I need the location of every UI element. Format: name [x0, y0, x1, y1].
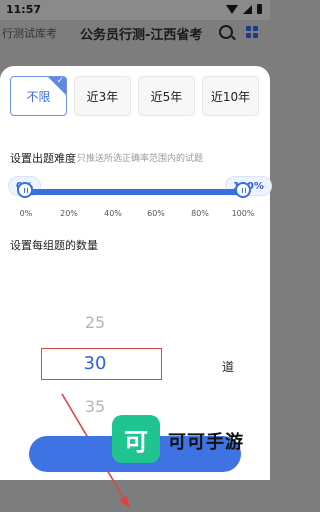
header-left-label: 行测试库考: [2, 27, 57, 40]
grid-menu-icon[interactable]: [246, 26, 258, 38]
range-option-label: 近10年: [210, 89, 251, 104]
picker-current-value[interactable]: 30: [84, 353, 107, 374]
range-option-5-years[interactable]: 近5年: [138, 76, 195, 116]
watermark-logo: 可: [112, 415, 160, 463]
range-option-label: 近3年: [86, 89, 119, 104]
page-title: 公务员行测-江西省考: [80, 28, 203, 43]
wifi-icon: [226, 4, 238, 14]
status-time: 11:57: [6, 3, 42, 16]
tick-label: 0%: [19, 209, 33, 218]
tick-label: 20%: [60, 209, 78, 218]
status-bar: 11:57: [0, 0, 270, 20]
tick-label: 80%: [191, 209, 209, 218]
tick-label: 40%: [104, 209, 122, 218]
difficulty-min-handle[interactable]: [17, 182, 33, 198]
time-range-options: 不限 ✓ 近3年 近5年 近10年: [10, 76, 259, 116]
difficulty-slider-track[interactable]: [25, 189, 243, 195]
app-header: 行测试库考 公务员行测-江西省考: [0, 20, 270, 46]
tick-label: 60%: [147, 209, 165, 218]
picker-prev-value[interactable]: 25: [85, 313, 105, 332]
range-option-label: 近5年: [150, 89, 183, 104]
settings-sheet: 不限 ✓ 近3年 近5年 近10年 设置出题难度 只推送所选正确率范围内的试题 …: [0, 66, 272, 509]
watermark-logo-glyph: 可: [124, 427, 148, 456]
question-count-title: 设置每组题的数量: [10, 239, 98, 252]
range-option-3-years[interactable]: 近3年: [74, 76, 131, 116]
status-icons: [226, 4, 262, 14]
range-option-10-years[interactable]: 近10年: [202, 76, 259, 116]
difficulty-ticks: 0% 20% 40% 60% 80% 100%: [0, 209, 270, 221]
question-count-unit: 道: [222, 360, 235, 374]
range-option-label: 不限: [26, 89, 51, 104]
signal-icon: [243, 4, 252, 14]
search-icon[interactable]: [219, 25, 233, 39]
watermark-text: 可可手游: [168, 432, 244, 453]
tick-label: 100%: [231, 209, 255, 218]
battery-icon: [257, 4, 262, 14]
difficulty-title: 设置出题难度: [10, 152, 76, 165]
difficulty-hint: 只推送所选正确率范围内的试题: [77, 154, 204, 164]
difficulty-max-handle[interactable]: [235, 182, 251, 198]
range-option-unlimited[interactable]: 不限 ✓: [10, 76, 67, 116]
check-icon: ✓: [56, 76, 64, 86]
